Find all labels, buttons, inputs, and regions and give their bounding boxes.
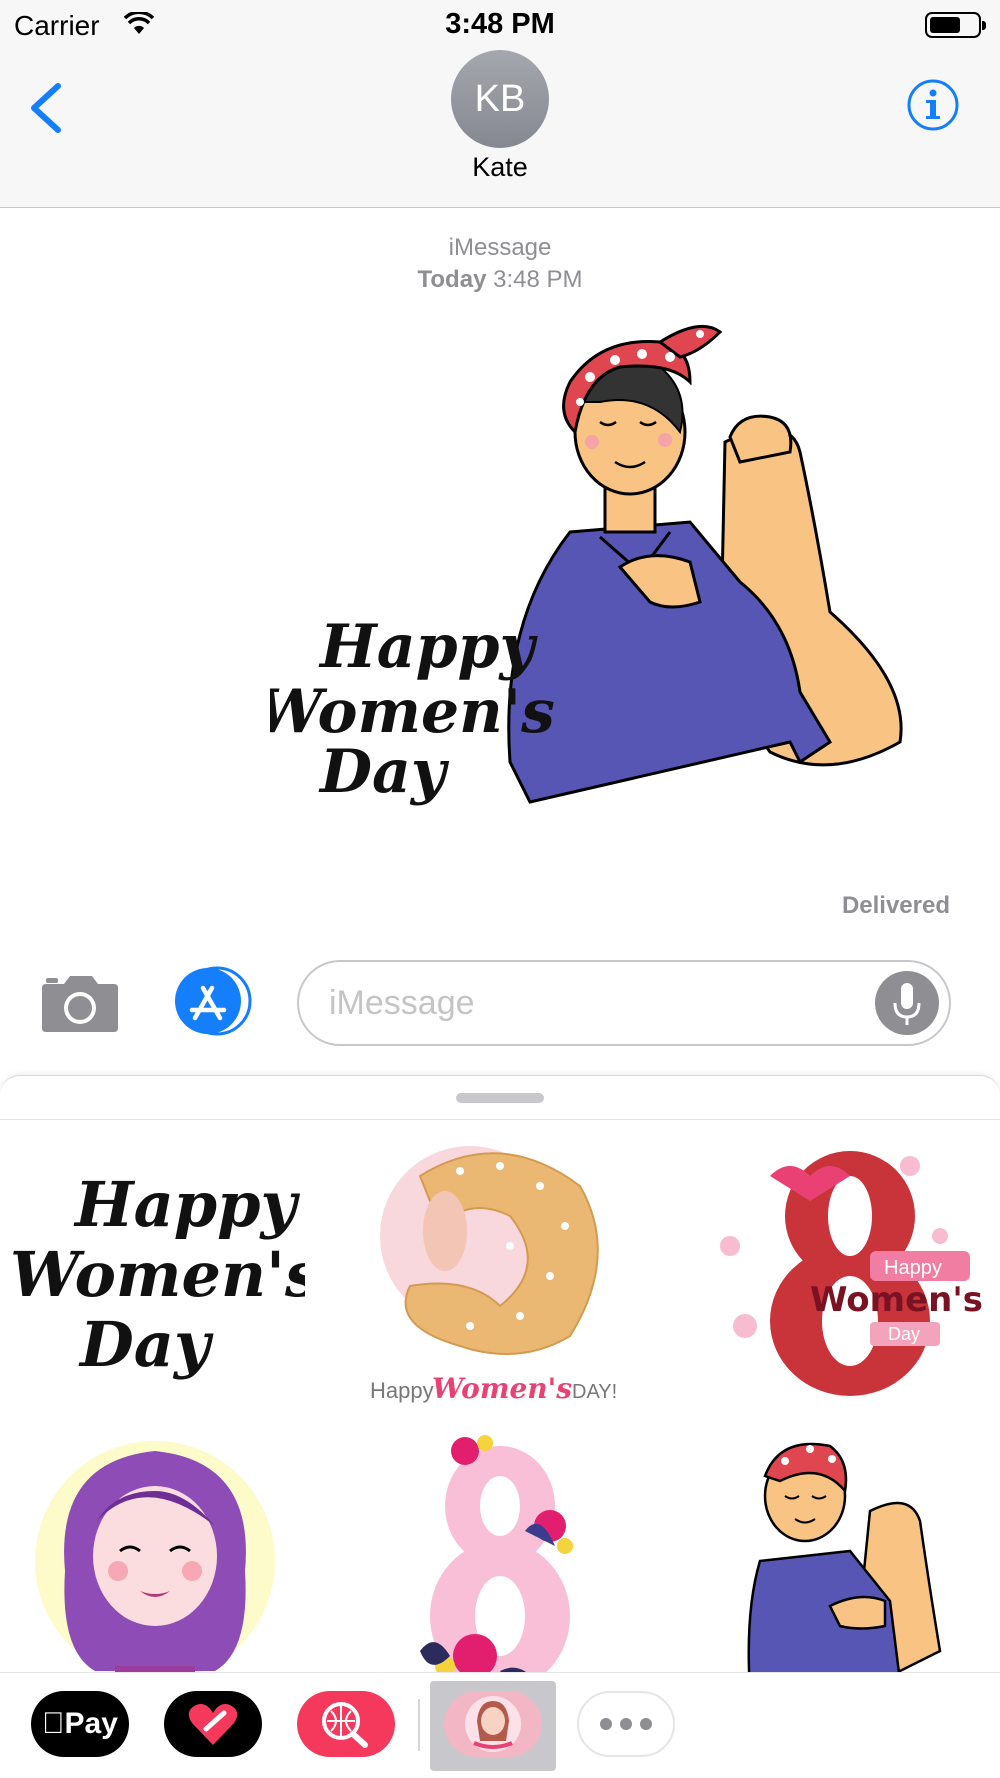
sticker-grid: Happy Women's Day Happy Women's DAY! Hap… (0, 1136, 1000, 1746)
app-store-icon[interactable] (170, 966, 256, 1036)
contact-avatar[interactable]: KB (451, 50, 549, 148)
sticker-3-line-3: Day (888, 1324, 920, 1344)
search-globe-icon (322, 1702, 368, 1748)
sticker-3-line-1: Happy (884, 1257, 942, 1279)
imessage-app-strip: Pay (0, 1672, 1000, 1778)
sticker-1-line-3: Day (78, 1308, 214, 1381)
drawer-divider (0, 1119, 1000, 1120)
sticker-flower-hair-woman[interactable]: Happy Women's DAY! (350, 1136, 650, 1416)
sticker-2-line-3: DAY! (572, 1381, 617, 1403)
message-text-field[interactable] (329, 976, 849, 1030)
apple-pay-label: Pay (53, 1707, 118, 1740)
message-input[interactable] (297, 960, 951, 1046)
drawer-grabber[interactable] (456, 1093, 544, 1103)
digital-touch-app[interactable] (164, 1691, 262, 1757)
sticker-happy-womens-day-lettering[interactable]: Happy Women's Day (5, 1136, 305, 1416)
microphone-icon (893, 983, 921, 1025)
delivered-status: Delivered (841, 892, 950, 919)
clock: 3:48 PM (445, 8, 555, 40)
sticker-rosie-riveter[interactable] (700, 1431, 1000, 1711)
sticker-red-eight[interactable]: Happy Women's Day (700, 1136, 1000, 1416)
sticker-text-happy: Happy (318, 612, 538, 682)
heart-icon (188, 1704, 238, 1745)
timestamp-day: Today (417, 266, 487, 293)
battery-icon (925, 12, 986, 38)
conversation-header: KB Kate (0, 50, 1000, 208)
sticker-pink-eight-flowers[interactable] (350, 1431, 650, 1711)
service-label: iMessage (448, 234, 552, 261)
info-icon[interactable] (906, 78, 960, 132)
sticker-3-line-2: Women's (810, 1280, 983, 1320)
timestamp-line: Today 3:48 PM (0, 264, 1000, 296)
sticker-1-line-2: Women's (10, 1238, 305, 1311)
message-timestamp: iMessage Today 3:48 PM (0, 232, 1000, 296)
camera-icon[interactable] (38, 970, 122, 1034)
back-chevron-icon[interactable] (22, 78, 68, 138)
sticker-text-day: Day (318, 737, 450, 807)
sticker-2-line-2: Women's (432, 1372, 572, 1405)
status-bar: Carrier 3:48 PM (0, 0, 1000, 50)
sticker-2-line-1: Happy (370, 1378, 434, 1403)
sent-sticker-rosie[interactable]: Happy Women's Day (270, 322, 910, 882)
timestamp-time: 3:48 PM (493, 266, 583, 293)
sticker-purple-hair-girl[interactable] (5, 1431, 305, 1711)
contact-name[interactable]: Kate (0, 152, 1000, 183)
microphone-button[interactable] (875, 971, 939, 1035)
sticker-1-line-1: Happy (73, 1168, 300, 1241)
more-apps-button[interactable] (577, 1691, 675, 1757)
sticker-app-icon (465, 1696, 521, 1752)
apple-pay-app[interactable]: Pay (31, 1691, 129, 1757)
ellipsis-icon (600, 1718, 652, 1730)
womens-day-sticker-app[interactable] (444, 1691, 542, 1757)
app-strip-divider (418, 1699, 420, 1751)
apple-logo-icon:  (42, 1707, 65, 1740)
image-search-app[interactable] (297, 1691, 395, 1757)
